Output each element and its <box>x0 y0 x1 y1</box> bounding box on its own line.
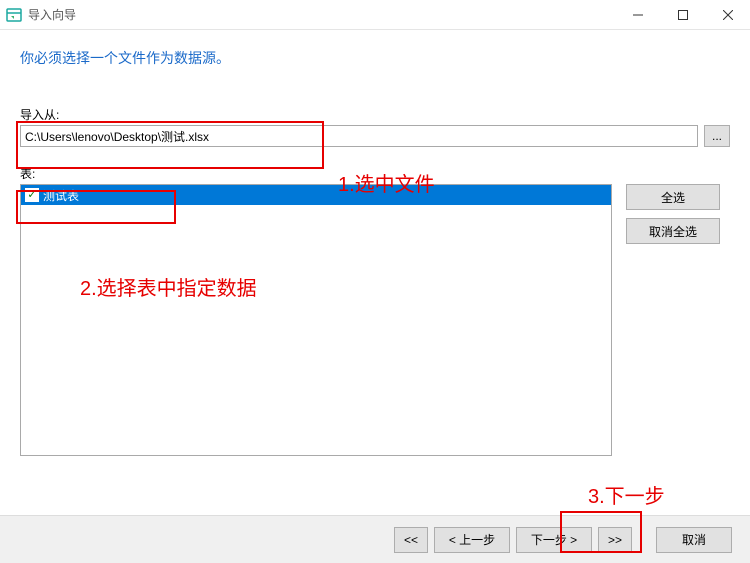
first-button[interactable]: << <box>394 527 428 553</box>
window-title: 导入向导 <box>28 6 76 23</box>
content-area: 你必须选择一个文件作为数据源。 导入从: ... 表: ✓ 测试表 全选 取消全… <box>0 30 750 456</box>
select-all-button[interactable]: 全选 <box>626 184 720 210</box>
page-heading: 你必须选择一个文件作为数据源。 <box>20 48 730 68</box>
window-controls <box>615 0 750 30</box>
tables-label: 表: <box>20 167 35 181</box>
table-item-label: 测试表 <box>43 187 79 204</box>
annotation-text-3: 3.下一步 <box>588 480 665 509</box>
table-section: 表: ✓ 测试表 全选 取消全选 <box>20 165 730 456</box>
last-button[interactable]: >> <box>598 527 632 553</box>
table-list[interactable]: ✓ 测试表 <box>20 184 612 456</box>
maximize-button[interactable] <box>660 0 705 30</box>
file-path-input[interactable] <box>20 125 698 147</box>
browse-button[interactable]: ... <box>704 125 730 147</box>
titlebar: 导入向导 <box>0 0 750 30</box>
import-section: 导入从: ... <box>20 106 730 147</box>
check-icon: ✓ <box>25 188 39 202</box>
footer: << < 上一步 下一步 > >> 取消 <box>0 515 750 563</box>
side-buttons: 全选 取消全选 <box>626 184 720 456</box>
deselect-all-button[interactable]: 取消全选 <box>626 218 720 244</box>
minimize-button[interactable] <box>615 0 660 30</box>
close-button[interactable] <box>705 0 750 30</box>
import-from-label: 导入从: <box>20 106 730 123</box>
table-item[interactable]: ✓ 测试表 <box>21 185 611 205</box>
prev-button[interactable]: < 上一步 <box>434 527 510 553</box>
next-button[interactable]: 下一步 > <box>516 527 592 553</box>
app-icon <box>6 7 22 23</box>
cancel-button[interactable]: 取消 <box>656 527 732 553</box>
